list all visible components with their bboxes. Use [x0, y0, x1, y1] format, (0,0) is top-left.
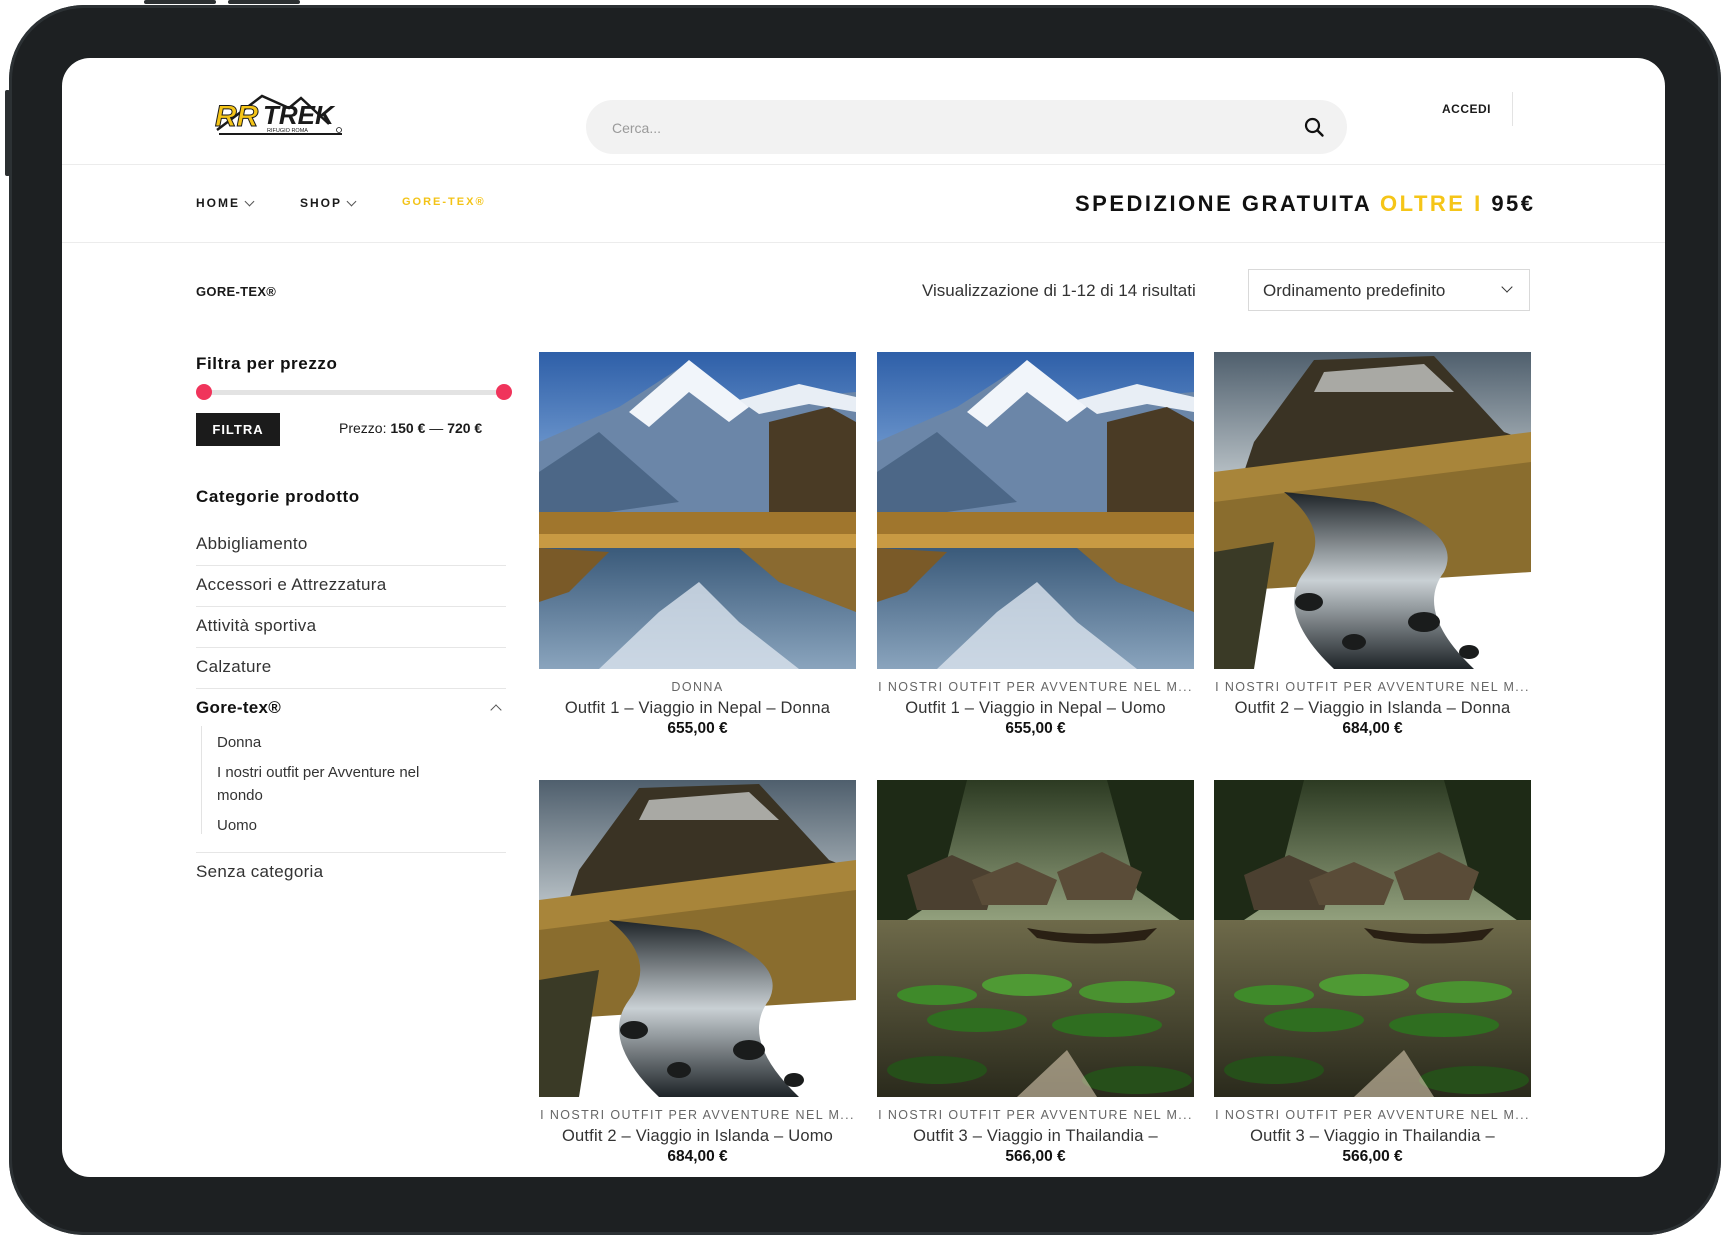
- promo-text-1: SPEDIZIONE GRATUITA: [1075, 191, 1381, 216]
- price-min: 150 €: [390, 420, 426, 436]
- search-icon[interactable]: [1303, 116, 1325, 138]
- product-image-thailand[interactable]: [877, 780, 1194, 1097]
- breadcrumb: GORE-TEX®: [196, 284, 277, 299]
- product-image-iceland[interactable]: [1214, 352, 1531, 669]
- subcategory-donna[interactable]: Donna: [217, 731, 467, 754]
- category-divider: [196, 647, 506, 648]
- search-input[interactable]: [610, 100, 1294, 156]
- product-card[interactable]: I NOSTRI OUTFIT PER AVVENTURE NEL M... O…: [539, 780, 856, 1165]
- category-gore-tex[interactable]: Gore-tex®: [196, 698, 506, 718]
- category-divider: [196, 688, 506, 689]
- product-category[interactable]: I NOSTRI OUTFIT PER AVVENTURE NEL M...: [1214, 1108, 1531, 1122]
- subcategory-line: [201, 726, 202, 834]
- sort-selected-label: Ordinamento predefinito: [1263, 281, 1446, 300]
- chevron-down-icon: [1501, 281, 1513, 293]
- category-divider: [196, 565, 506, 566]
- svg-text:RR: RR: [215, 100, 259, 133]
- product-image-iceland[interactable]: [539, 780, 856, 1097]
- category-accessori[interactable]: Accessori e Attrezzatura: [196, 575, 506, 595]
- price-slider-max-handle[interactable]: [496, 384, 512, 400]
- header-divider: [1512, 92, 1513, 126]
- category-attivita-sportiva[interactable]: Attività sportiva: [196, 616, 506, 636]
- chevron-down-icon: [244, 196, 255, 206]
- product-card[interactable]: I NOSTRI OUTFIT PER AVVENTURE NEL M... O…: [1214, 352, 1531, 737]
- product-category[interactable]: I NOSTRI OUTFIT PER AVVENTURE NEL M...: [539, 1108, 856, 1122]
- categories-title: Categorie prodotto: [196, 487, 360, 506]
- nav-item-shop[interactable]: SHOP: [300, 196, 357, 210]
- product-card[interactable]: I NOSTRI OUTFIT PER AVVENTURE NEL M... O…: [877, 780, 1194, 1165]
- tablet-button-top-1: [144, 0, 216, 4]
- price-prefix: Prezzo:: [339, 420, 387, 436]
- product-price: 684,00 €: [667, 1148, 728, 1165]
- tablet-button-top-2: [228, 0, 300, 4]
- category-divider: [196, 606, 506, 607]
- filter-button[interactable]: FILTRA: [196, 413, 280, 446]
- product-title[interactable]: Outfit 2 – Viaggio in Islanda – Uomo: [539, 1127, 856, 1146]
- logo-subtext: RIFUGIO ROMA: [267, 128, 308, 134]
- search-bar: [586, 100, 1347, 156]
- promo-text-amount: 95€: [1491, 191, 1536, 216]
- tablet-button-side: [5, 90, 10, 176]
- product-image-thailand[interactable]: [1214, 780, 1531, 1097]
- nav-shop-label: SHOP: [300, 196, 343, 210]
- product-image-nepal[interactable]: [539, 352, 856, 669]
- site-logo[interactable]: RR TREK RIFUGIO ROMA: [207, 84, 352, 142]
- category-abbigliamento[interactable]: Abbigliamento: [196, 534, 506, 554]
- free-shipping-banner: SPEDIZIONE GRATUITA OLTRE I 95€: [1075, 191, 1536, 217]
- sort-select[interactable]: Ordinamento predefinito: [1248, 269, 1530, 311]
- price-separator: —: [429, 420, 444, 436]
- nav-gore-tex-label: GORE-TEX®: [402, 196, 486, 208]
- product-category[interactable]: I NOSTRI OUTFIT PER AVVENTURE NEL M...: [877, 1108, 1194, 1122]
- nav-home-label: HOME: [196, 196, 240, 210]
- login-link[interactable]: ACCEDI: [1442, 102, 1491, 116]
- product-title[interactable]: Outfit 3 – Viaggio in Thailandia –: [877, 1127, 1194, 1146]
- category-calzature[interactable]: Calzature: [196, 657, 506, 677]
- svg-text:TREK: TREK: [263, 100, 336, 130]
- result-count: Visualizzazione di 1-12 di 14 risultati: [922, 281, 1196, 300]
- product-title[interactable]: Outfit 1 – Viaggio in Nepal – Donna: [539, 699, 856, 718]
- product-title[interactable]: Outfit 3 – Viaggio in Thailandia –: [1214, 1127, 1531, 1146]
- product-card[interactable]: DONNA Outfit 1 – Viaggio in Nepal – Donn…: [539, 352, 856, 737]
- product-category[interactable]: I NOSTRI OUTFIT PER AVVENTURE NEL M...: [877, 680, 1194, 694]
- nav-item-gore-tex[interactable]: GORE-TEX®: [402, 196, 486, 208]
- promo-text-highlight: OLTRE I: [1380, 191, 1492, 216]
- site-header: RR TREK RIFUGIO ROMA ACCEDI: [62, 58, 1665, 165]
- product-category[interactable]: I NOSTRI OUTFIT PER AVVENTURE NEL M...: [1214, 680, 1531, 694]
- nav-item-home[interactable]: HOME: [196, 196, 255, 210]
- product-image-nepal[interactable]: [877, 352, 1194, 669]
- category-divider: [196, 852, 506, 853]
- product-title[interactable]: Outfit 1 – Viaggio in Nepal – Uomo: [877, 699, 1194, 718]
- product-card[interactable]: I NOSTRI OUTFIT PER AVVENTURE NEL M... O…: [877, 352, 1194, 737]
- subcategory-uomo[interactable]: Uomo: [217, 814, 467, 837]
- price-max: 720 €: [447, 420, 483, 436]
- product-price: 655,00 €: [1005, 720, 1066, 737]
- product-card[interactable]: I NOSTRI OUTFIT PER AVVENTURE NEL M... O…: [1214, 780, 1531, 1165]
- price-range-label: Prezzo: 150 € — 720 €: [339, 420, 482, 436]
- product-price: 655,00 €: [667, 720, 728, 737]
- product-title[interactable]: Outfit 2 – Viaggio in Islanda – Donna: [1214, 699, 1531, 718]
- price-slider-track[interactable]: [204, 390, 504, 395]
- chevron-down-icon: [346, 196, 357, 206]
- subcategory-avventure[interactable]: I nostri outfit per Avventure nel mondo: [217, 761, 467, 807]
- product-price: 566,00 €: [1005, 1148, 1066, 1165]
- screen: RR TREK RIFUGIO ROMA ACCEDI HOME SHOP: [62, 58, 1665, 1177]
- product-price: 684,00 €: [1342, 720, 1403, 737]
- main-nav: HOME SHOP GORE-TEX® SPEDIZIONE GRATUITA …: [62, 165, 1665, 243]
- price-slider-min-handle[interactable]: [196, 384, 212, 400]
- price-filter-title: Filtra per prezzo: [196, 354, 338, 373]
- product-price: 566,00 €: [1342, 1148, 1403, 1165]
- category-senza-categoria[interactable]: Senza categoria: [196, 862, 506, 882]
- product-category[interactable]: DONNA: [539, 680, 856, 694]
